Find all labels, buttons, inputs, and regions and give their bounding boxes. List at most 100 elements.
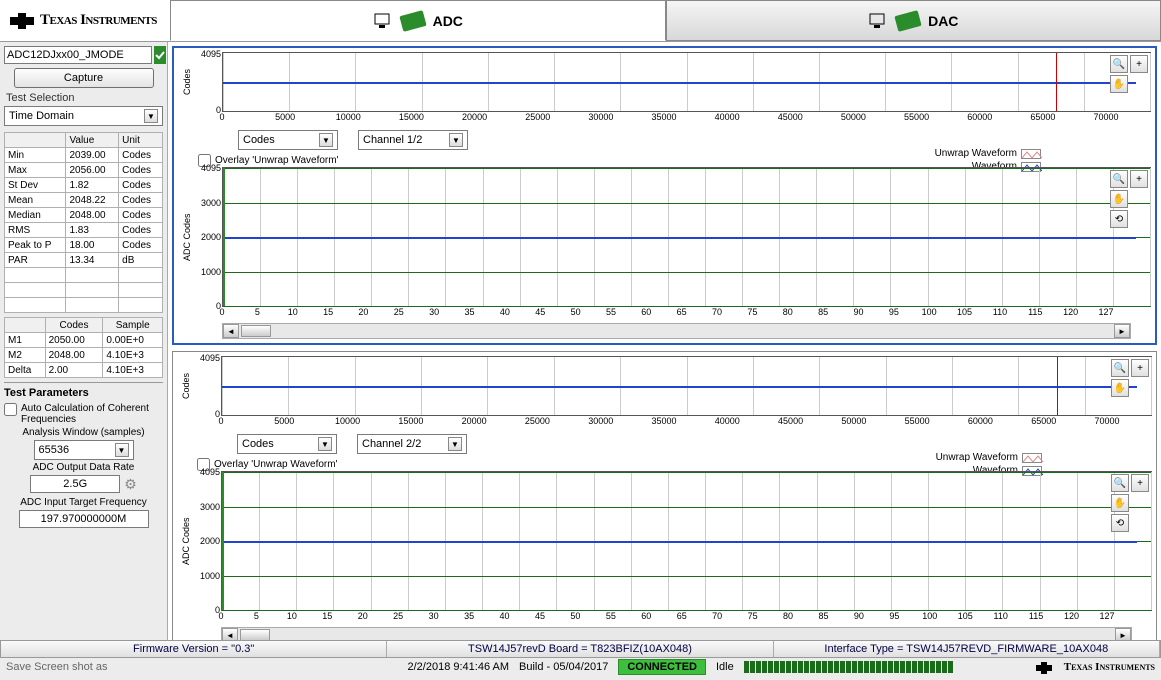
plot-ylabel: Codes bbox=[178, 52, 192, 112]
capture-button[interactable]: Capture bbox=[14, 68, 154, 88]
plot-ylabel: ADC Codes bbox=[177, 471, 191, 611]
reset-icon[interactable]: ⟲ bbox=[1110, 210, 1128, 228]
cursor-line bbox=[1057, 357, 1058, 415]
save-screenshot-label[interactable]: Save Screen shot as bbox=[6, 661, 108, 673]
plus-icon[interactable]: + bbox=[1130, 170, 1148, 188]
input-freq-input[interactable] bbox=[19, 510, 149, 528]
mini-plot-area[interactable]: 4095 0 bbox=[222, 52, 1151, 112]
stat-value: 18.00 bbox=[66, 238, 119, 253]
codes-dropdown[interactable]: Codes▼ bbox=[237, 434, 337, 454]
auto-calc-checkbox[interactable] bbox=[4, 403, 17, 416]
hand-icon[interactable]: ✋ bbox=[1111, 379, 1129, 397]
stat-value: 2056.00 bbox=[66, 163, 119, 178]
scroll-right-icon[interactable]: ► bbox=[1115, 628, 1131, 640]
markers-table: CodesSample M12050.000.00E+0M22048.004.1… bbox=[4, 317, 163, 378]
status-firmware: Firmware Version = "0.3" bbox=[1, 641, 387, 657]
idle-label: Idle bbox=[716, 661, 734, 673]
waveform-trace bbox=[222, 386, 1137, 388]
output-rate-input[interactable] bbox=[30, 475, 120, 493]
zoom-icon[interactable]: 🔍 bbox=[1111, 359, 1129, 377]
idle-progress bbox=[744, 661, 1024, 673]
marker-sample: 4.10E+3 bbox=[103, 348, 163, 363]
scroll-thumb[interactable] bbox=[240, 629, 270, 640]
tab-dac-label: DAC bbox=[928, 13, 958, 29]
status-board: TSW14J57revD Board = T823BFIZ(10AX048) bbox=[387, 641, 773, 657]
waveform-trace bbox=[222, 541, 1137, 543]
analysis-window-dropdown[interactable]: 65536 ▼ bbox=[34, 440, 134, 460]
timestamp: 2/2/2018 9:41:46 AM bbox=[408, 661, 510, 673]
connected-badge: CONNECTED bbox=[618, 659, 706, 675]
computer-icon bbox=[868, 12, 888, 30]
gear-icon[interactable]: ⚙ bbox=[124, 476, 137, 493]
tab-dac[interactable]: DAC bbox=[666, 0, 1161, 41]
scroll-thumb[interactable] bbox=[241, 325, 271, 337]
test-params-header: Test Parameters bbox=[4, 382, 163, 399]
plot-ylabel: Codes bbox=[177, 356, 191, 416]
hand-icon[interactable]: ✋ bbox=[1110, 190, 1128, 208]
scroll-left-icon[interactable]: ◄ bbox=[222, 628, 238, 640]
overlay-label: Overlay 'Unwrap Waveform' bbox=[215, 155, 338, 166]
waveform-trace bbox=[223, 82, 1136, 84]
chevron-down-icon: ▼ bbox=[144, 109, 158, 123]
large-plot-area[interactable]: 40953000200010000 bbox=[222, 167, 1151, 307]
test-selection-dropdown[interactable]: Time Domain ▼ bbox=[4, 106, 163, 126]
channel-dropdown[interactable]: Channel 1/2▼ bbox=[358, 130, 468, 150]
channel-dropdown[interactable]: Channel 2/2▼ bbox=[357, 434, 467, 454]
chevron-down-icon: ▼ bbox=[318, 437, 332, 451]
status-interface: Interface Type = TSW14J57REVD_FIRMWARE_1… bbox=[774, 641, 1160, 657]
stat-unit: Codes bbox=[119, 238, 163, 253]
scroll-right-icon[interactable]: ► bbox=[1114, 324, 1130, 338]
scroll-left-icon[interactable]: ◄ bbox=[223, 324, 239, 338]
marker-m2 bbox=[222, 472, 224, 610]
plus-icon[interactable]: + bbox=[1131, 474, 1149, 492]
chevron-down-icon: ▼ bbox=[448, 437, 462, 451]
mini-plot-area[interactable]: 4095 0 bbox=[221, 356, 1152, 416]
device-status-icon[interactable] bbox=[154, 46, 166, 64]
marker-name: M1 bbox=[5, 333, 46, 348]
zoom-icon[interactable]: 🔍 bbox=[1110, 170, 1128, 188]
tab-adc[interactable]: ADC bbox=[170, 0, 666, 41]
stat-unit: Codes bbox=[119, 148, 163, 163]
chip-icon bbox=[399, 10, 426, 32]
analysis-window-label: Analysis Window (samples) bbox=[4, 427, 163, 438]
unwrap-trace bbox=[222, 472, 1151, 473]
ti-brand-text: Texas Instruments bbox=[40, 12, 157, 29]
chip-icon bbox=[894, 10, 921, 32]
channel-2-block: Codes 4095 0 🔍+ ✋ 0500010000150002000025… bbox=[172, 351, 1157, 640]
marker-sample: 0.00E+0 bbox=[103, 333, 163, 348]
stat-name: Peak to P bbox=[5, 238, 66, 253]
stat-value: 2039.00 bbox=[66, 148, 119, 163]
legend-unwrap: Unwrap Waveform bbox=[936, 452, 1042, 463]
reset-icon[interactable]: ⟲ bbox=[1111, 514, 1129, 532]
marker-codes: 2048.00 bbox=[45, 348, 103, 363]
hand-icon[interactable]: ✋ bbox=[1111, 494, 1129, 512]
zoom-icon[interactable]: 🔍 bbox=[1111, 474, 1129, 492]
large-plot-area[interactable]: 40953000200010000 bbox=[221, 471, 1152, 611]
stats-table: ValueUnit Min2039.00CodesMax2056.00Codes… bbox=[4, 132, 163, 313]
ti-logo-icon bbox=[1034, 659, 1054, 675]
stat-name: RMS bbox=[5, 223, 66, 238]
plus-icon[interactable]: + bbox=[1131, 359, 1149, 377]
stat-unit: Codes bbox=[119, 223, 163, 238]
stat-value: 1.82 bbox=[66, 178, 119, 193]
stat-name: Min bbox=[5, 148, 66, 163]
zoom-icon[interactable]: 🔍 bbox=[1110, 55, 1128, 73]
codes-dropdown[interactable]: Codes▼ bbox=[238, 130, 338, 150]
ti-logo: Texas Instruments bbox=[0, 0, 170, 41]
stat-unit: Codes bbox=[119, 193, 163, 208]
marker-m2 bbox=[223, 168, 225, 306]
channel-1-block: Codes 4095 0 🔍+ ✋ 0500010000150002000025… bbox=[172, 46, 1157, 345]
horizontal-scrollbar[interactable]: ◄ ► bbox=[221, 627, 1132, 640]
ti-brand-bottom: Texas Instruments bbox=[1064, 661, 1155, 673]
device-select-input[interactable] bbox=[4, 46, 152, 64]
marker-codes: 2.00 bbox=[45, 363, 103, 378]
plus-icon[interactable]: + bbox=[1130, 55, 1148, 73]
hand-icon[interactable]: ✋ bbox=[1110, 75, 1128, 93]
tab-adc-label: ADC bbox=[433, 13, 463, 29]
horizontal-scrollbar[interactable]: ◄ ► bbox=[222, 323, 1131, 339]
build-label: Build - 05/04/2017 bbox=[519, 661, 608, 673]
stat-value: 13.34 bbox=[66, 253, 119, 268]
marker-name: Delta bbox=[5, 363, 46, 378]
stat-value: 2048.00 bbox=[66, 208, 119, 223]
stat-unit: Codes bbox=[119, 163, 163, 178]
